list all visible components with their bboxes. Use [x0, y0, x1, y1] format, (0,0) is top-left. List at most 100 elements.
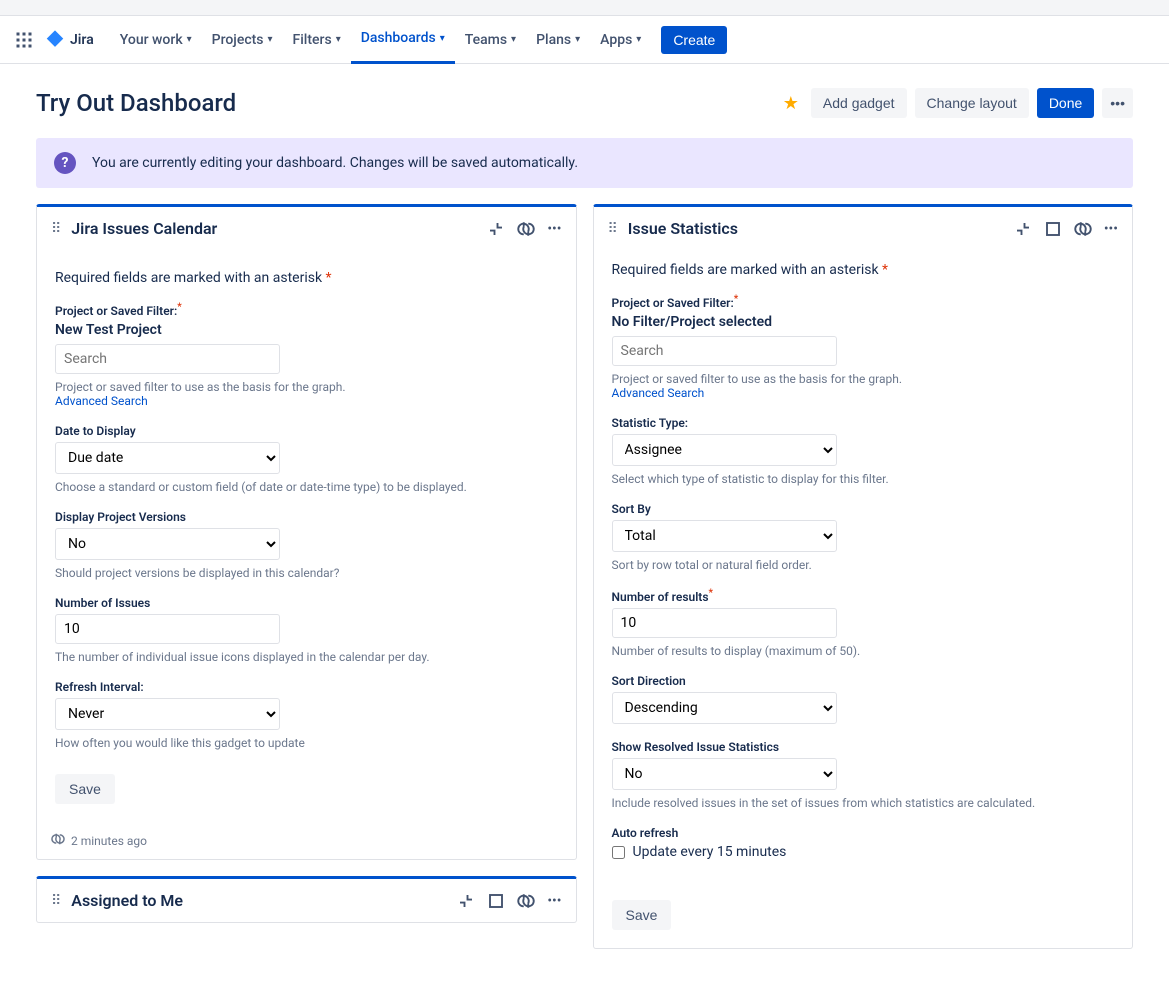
project-search-input[interactable] [612, 336, 837, 366]
versions-label: Display Project Versions [55, 510, 558, 524]
gadget-assigned-to-me: ⠿ Assigned to Me ••• [36, 876, 577, 923]
num-results-label: Number of results* [612, 588, 1115, 604]
sort-dir-label: Sort Direction [612, 674, 1115, 688]
nav-item-projects[interactable]: Projects▾ [202, 16, 283, 64]
num-results-help: Number of results to display (maximum of… [612, 644, 1115, 658]
banner-text: You are currently editing your dashboard… [92, 155, 578, 171]
stat-type-select[interactable]: Assignee [612, 434, 837, 466]
advanced-search-link[interactable]: Advanced Search [612, 386, 1115, 400]
project-filter-value: No Filter/Project selected [612, 314, 1115, 330]
date-display-select[interactable]: Due date [55, 442, 280, 474]
sort-by-select[interactable]: Total [612, 520, 837, 552]
num-issues-help: The number of individual issue icons dis… [55, 650, 558, 664]
project-filter-label: Project or Saved Filter:* [612, 294, 1115, 310]
chevron-down-icon: ▾ [268, 34, 273, 45]
project-filter-value: New Test Project [55, 322, 558, 338]
refresh-icon[interactable] [1074, 220, 1092, 238]
chevron-down-icon: ▾ [575, 34, 580, 45]
auto-refresh-checkbox[interactable] [612, 846, 625, 859]
auto-refresh-checkbox-label: Update every 15 minutes [633, 844, 787, 860]
dashboard-column-1: ⠿ Jira Issues Calendar ••• Required fiel… [36, 204, 577, 949]
footer-timestamp: 2 minutes ago [71, 834, 147, 848]
done-button[interactable]: Done [1037, 88, 1094, 118]
chevron-down-icon: ▾ [187, 34, 192, 45]
maximize-icon[interactable] [1044, 220, 1062, 238]
save-button[interactable]: Save [612, 900, 672, 930]
page-title: Try Out Dashboard [36, 89, 236, 117]
project-filter-help: Project or saved filter to use as the ba… [612, 372, 1115, 386]
num-issues-label: Number of Issues [55, 596, 558, 610]
date-display-help: Choose a standard or custom field (of da… [55, 480, 558, 494]
project-filter-help: Project or saved filter to use as the ba… [55, 380, 558, 394]
resolved-help: Include resolved issues in the set of is… [612, 796, 1115, 810]
refresh-label: Refresh Interval: [55, 680, 558, 694]
refresh-small-icon[interactable] [51, 832, 65, 849]
add-gadget-button[interactable]: Add gadget [811, 88, 907, 118]
gadget-jira-issues-calendar: ⠿ Jira Issues Calendar ••• Required fiel… [36, 204, 577, 860]
refresh-help: How often you would like this gadget to … [55, 736, 558, 750]
nav-item-apps[interactable]: Apps▾ [590, 16, 651, 64]
refresh-icon[interactable] [517, 220, 535, 238]
info-icon: ? [54, 152, 76, 174]
versions-select[interactable]: No [55, 528, 280, 560]
gadget-title: Assigned to Me [71, 891, 183, 910]
resolved-select[interactable]: No [612, 758, 837, 790]
nav-item-your-work[interactable]: Your work▾ [110, 16, 202, 64]
nav-item-plans[interactable]: Plans▾ [526, 16, 590, 64]
drag-handle-icon[interactable]: ⠿ [51, 893, 61, 909]
project-search-input[interactable] [55, 344, 280, 374]
maximize-icon[interactable] [487, 892, 505, 910]
gadget-title: Jira Issues Calendar [71, 219, 217, 238]
dashboard-grid: ⠿ Jira Issues Calendar ••• Required fiel… [0, 204, 1169, 985]
drag-handle-icon[interactable]: ⠿ [608, 221, 618, 237]
project-filter-label: Project or Saved Filter:* [55, 302, 558, 318]
more-icon[interactable]: ••• [547, 221, 561, 237]
nav-item-filters[interactable]: Filters▾ [283, 16, 351, 64]
sort-by-label: Sort By [612, 502, 1115, 516]
more-icon[interactable]: ••• [547, 893, 561, 909]
navbar: Jira Your work▾Projects▾Filters▾Dashboar… [0, 16, 1169, 64]
versions-help: Should project versions be displayed in … [55, 566, 558, 580]
required-note: Required fields are marked with an aster… [612, 262, 1115, 278]
refresh-icon[interactable] [517, 892, 535, 910]
star-icon[interactable]: ★ [783, 93, 799, 114]
auto-refresh-label: Auto refresh [612, 826, 1115, 840]
gadget-issue-statistics: ⠿ Issue Statistics ••• Required fields a… [593, 204, 1134, 949]
resolved-label: Show Resolved Issue Statistics [612, 740, 1115, 754]
advanced-search-link[interactable]: Advanced Search [55, 394, 558, 408]
minimize-icon[interactable] [487, 220, 505, 238]
create-button[interactable]: Create [661, 26, 727, 54]
nav-item-teams[interactable]: Teams▾ [455, 16, 526, 64]
more-actions-button[interactable]: ••• [1102, 88, 1133, 118]
logo-text: Jira [70, 32, 94, 48]
refresh-select[interactable]: Never [55, 698, 280, 730]
chevron-down-icon: ▾ [511, 34, 516, 45]
info-banner: ? You are currently editing your dashboa… [36, 138, 1133, 188]
chevron-down-icon: ▾ [336, 34, 341, 45]
stat-type-label: Statistic Type: [612, 416, 1115, 430]
sort-dir-select[interactable]: Descending [612, 692, 837, 724]
required-note: Required fields are marked with an aster… [55, 270, 558, 286]
stat-type-help: Select which type of statistic to displa… [612, 472, 1115, 486]
more-icon: ••• [1110, 95, 1125, 111]
chevron-down-icon: ▾ [636, 34, 641, 45]
page-header: Try Out Dashboard ★ Add gadget Change la… [0, 64, 1169, 130]
gadget-title: Issue Statistics [628, 219, 738, 238]
drag-handle-icon[interactable]: ⠿ [51, 221, 61, 237]
nav-item-dashboards[interactable]: Dashboards▾ [351, 16, 455, 64]
dashboard-column-2: ⠿ Issue Statistics ••• Required fields a… [593, 204, 1134, 949]
sort-by-help: Sort by row total or natural field order… [612, 558, 1115, 572]
save-button[interactable]: Save [55, 774, 115, 804]
num-results-input[interactable] [612, 608, 837, 638]
app-switcher-icon[interactable] [12, 28, 36, 52]
chevron-down-icon: ▾ [440, 33, 445, 44]
minimize-icon[interactable] [457, 892, 475, 910]
more-icon[interactable]: ••• [1104, 221, 1118, 237]
change-layout-button[interactable]: Change layout [915, 88, 1029, 118]
num-issues-input[interactable] [55, 614, 280, 644]
jira-logo[interactable]: Jira [44, 29, 94, 51]
header-actions: ★ Add gadget Change layout Done ••• [783, 88, 1133, 118]
date-display-label: Date to Display [55, 424, 558, 438]
top-blank-bar [0, 0, 1169, 16]
minimize-icon[interactable] [1014, 220, 1032, 238]
